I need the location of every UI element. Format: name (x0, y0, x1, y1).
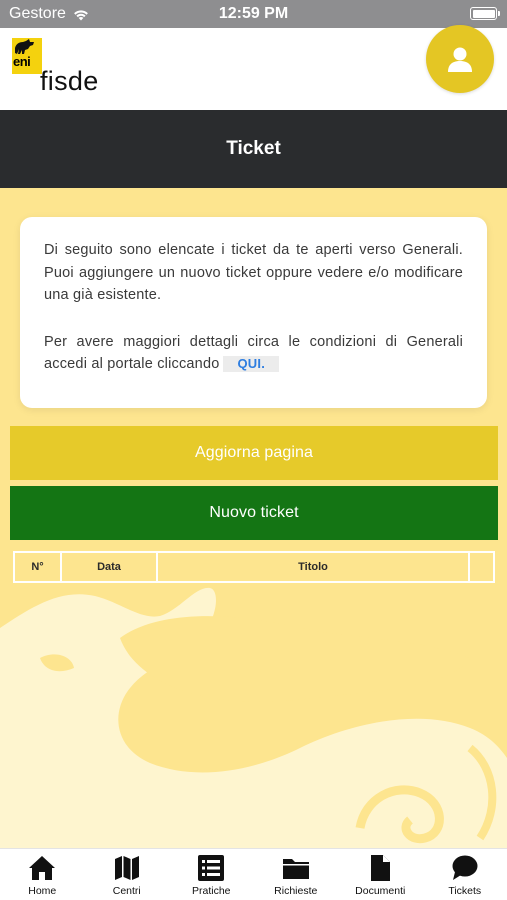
ticket-table-header: N° Data Titolo (13, 551, 495, 583)
map-icon (114, 856, 139, 880)
tab-tickets[interactable]: Tickets (423, 849, 507, 900)
home-icon (29, 856, 56, 880)
portal-link[interactable]: QUI. (223, 356, 280, 372)
eni-badge: eni (12, 38, 42, 74)
column-title-header: Titolo (158, 553, 470, 581)
new-ticket-button[interactable]: Nuovo ticket (10, 486, 498, 540)
battery-icon (470, 7, 500, 20)
profile-button[interactable] (426, 25, 494, 93)
list-icon (198, 855, 225, 881)
tab-documenti[interactable]: Documenti (338, 849, 423, 900)
refresh-page-button[interactable]: Aggiorna pagina (10, 426, 498, 480)
column-number-header: N° (15, 553, 62, 581)
tab-home-label: Home (28, 885, 57, 897)
info-paragraph-intro: Di seguito sono elencate i ticket da te … (44, 242, 463, 303)
tab-documenti-label: Documenti (355, 885, 406, 897)
tab-home[interactable]: Home (0, 849, 85, 900)
clock: 12:59 PM (218, 5, 289, 22)
tab-pratiche-label: Pratiche (191, 885, 231, 897)
info-card: Di seguito sono elencate i ticket da te … (20, 217, 487, 408)
folder-icon (282, 859, 309, 879)
tab-centri[interactable]: Centri (85, 849, 170, 900)
info-paragraph-portal: Per avere maggiori dettagli circa le con… (44, 331, 463, 376)
chat-icon (452, 855, 478, 880)
fisde-wordmark: fisde (40, 66, 99, 96)
eni-wordmark: eni (13, 54, 31, 69)
page-title: Ticket (0, 110, 507, 188)
tab-richieste-label: Richieste (274, 885, 318, 897)
user-icon (448, 47, 472, 72)
column-extra-header (470, 553, 493, 581)
bottom-tab-bar: Home Centri Pratiche Richieste Documenti (0, 848, 507, 900)
tab-centri-label: Centri (112, 885, 141, 897)
tab-richieste[interactable]: Richieste (254, 849, 339, 900)
status-bar: Gestore 12:59 PM (0, 0, 507, 28)
tab-pratiche[interactable]: Pratiche (169, 849, 254, 900)
document-icon (371, 855, 391, 881)
eni-fisde-logo: eni fisde (12, 38, 112, 98)
column-date-header: Data (62, 553, 158, 581)
tab-tickets-label: Tickets (448, 885, 482, 897)
